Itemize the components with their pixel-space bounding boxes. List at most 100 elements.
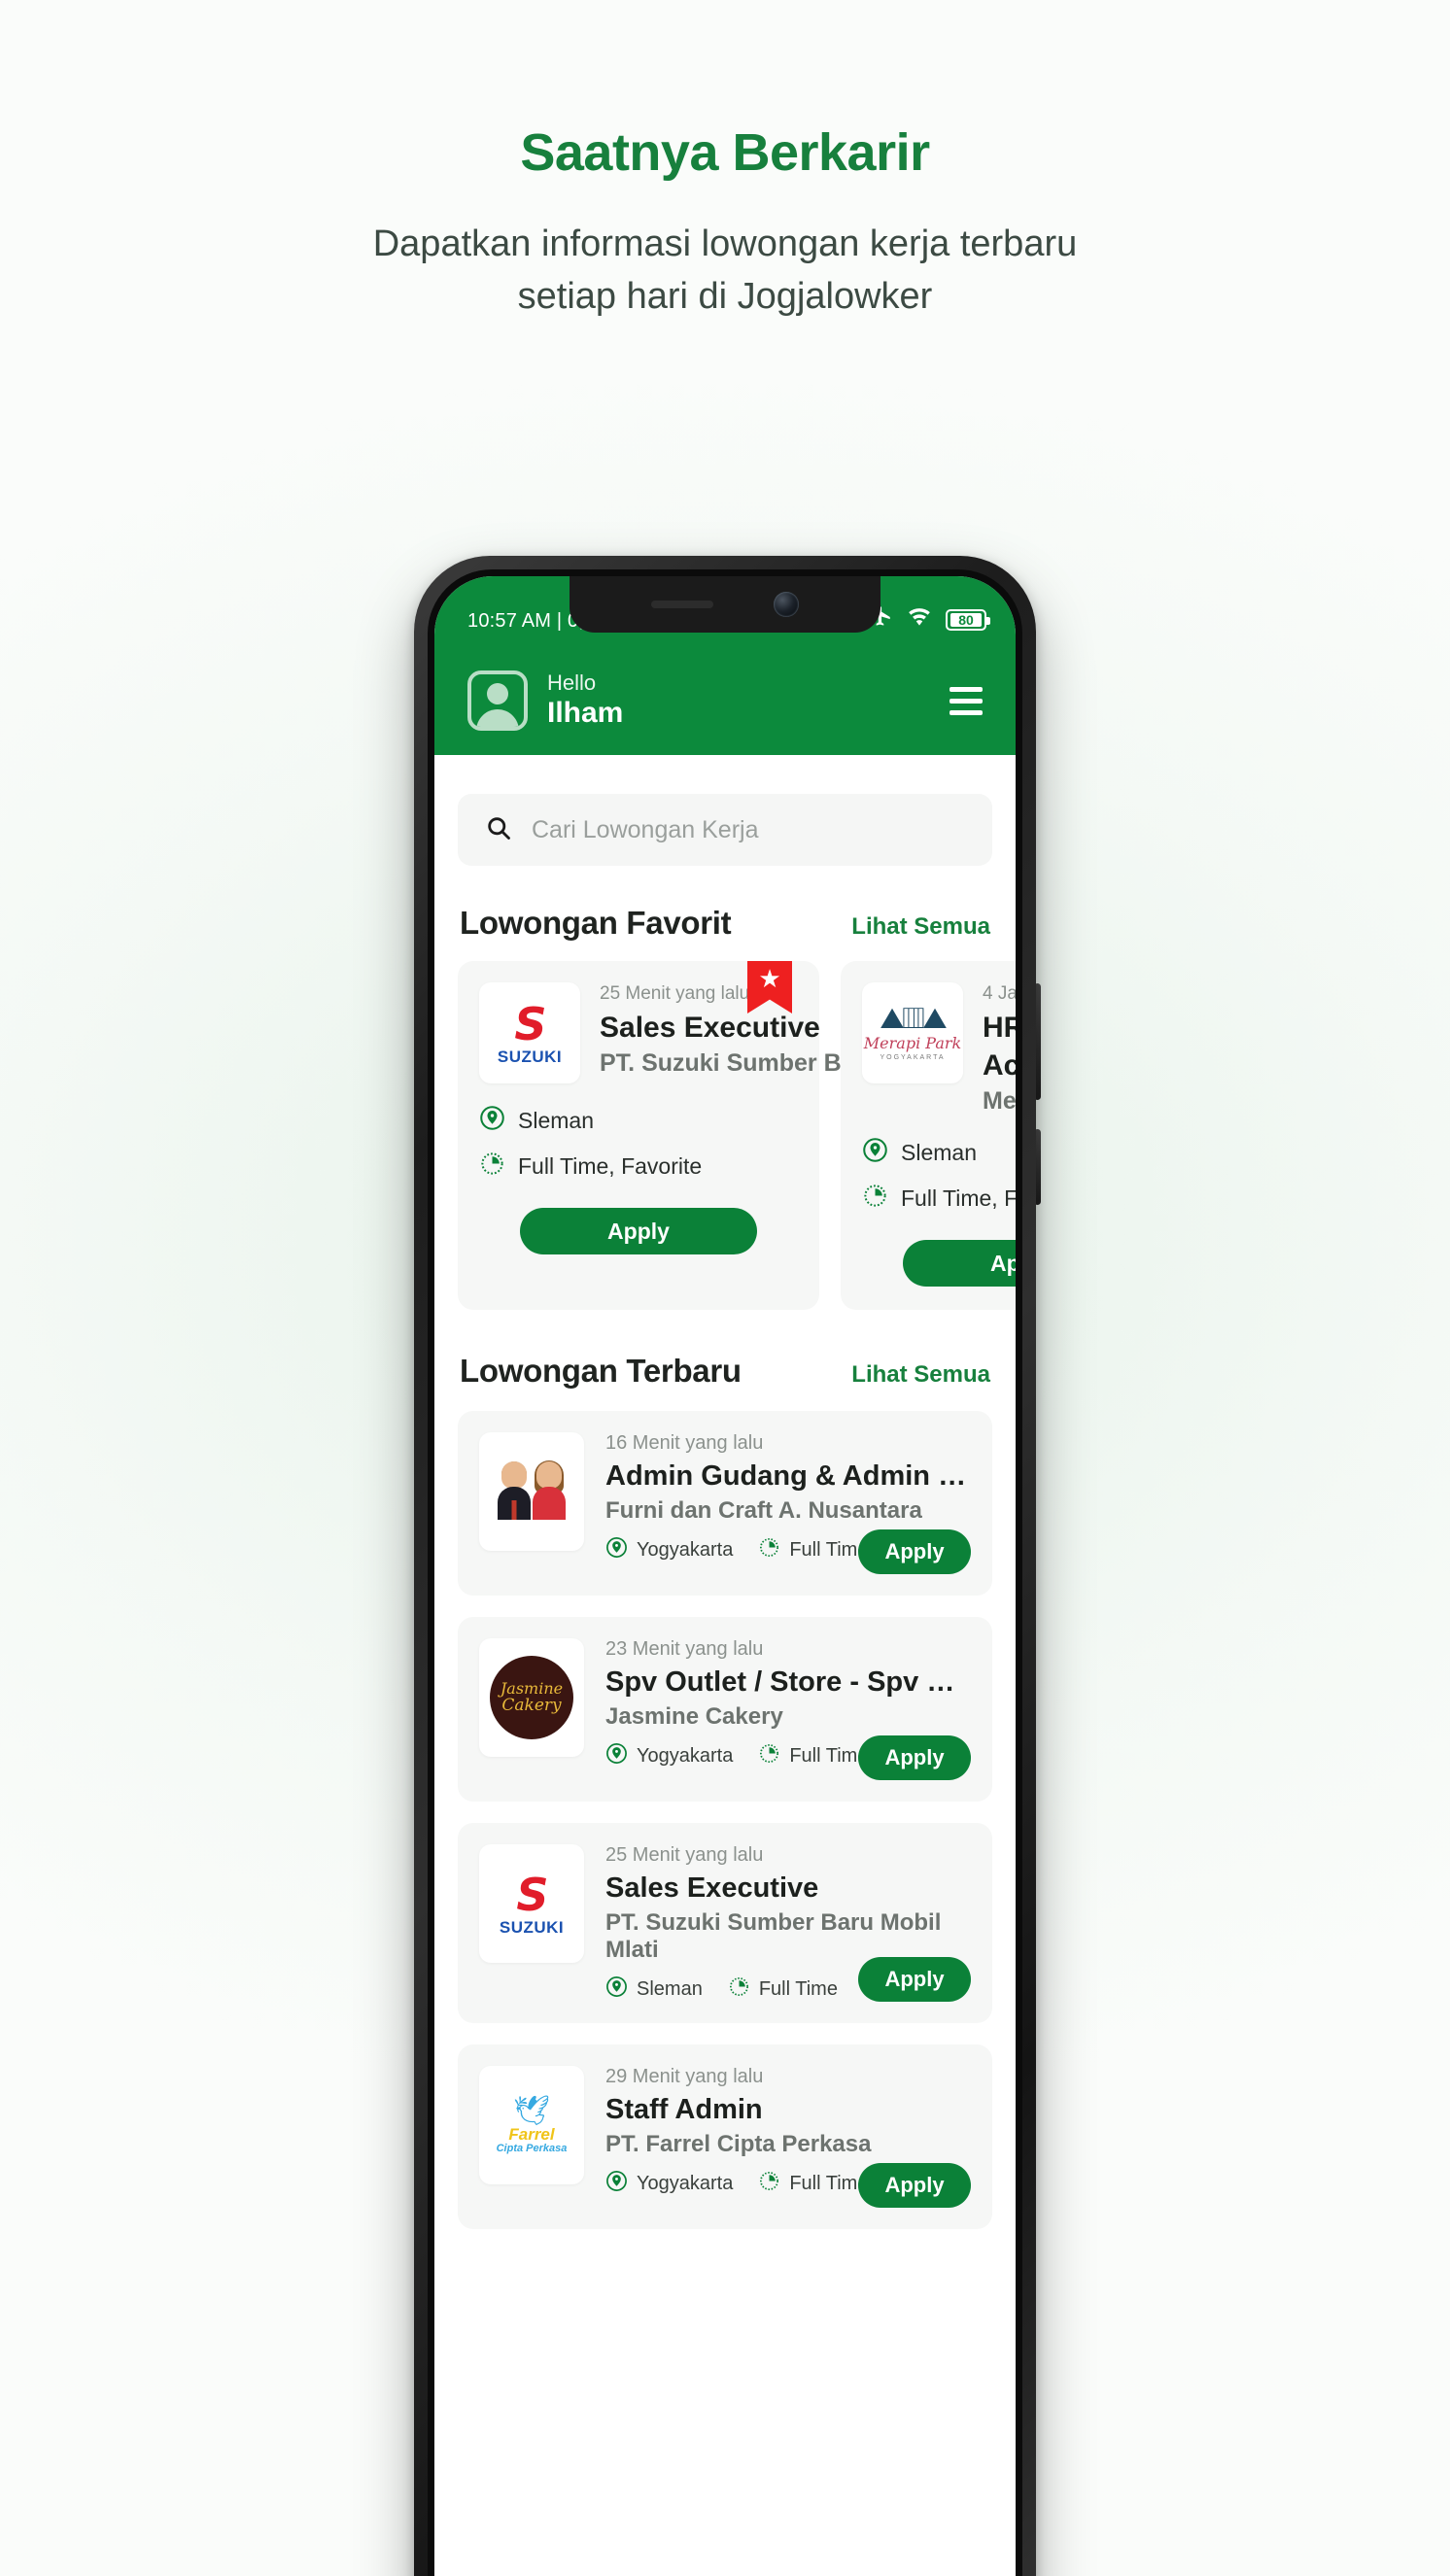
apply-button[interactable]: Apply — [903, 1240, 1016, 1288]
location-pin-icon — [605, 1975, 628, 2004]
location-pin-icon — [605, 1536, 628, 1564]
job-type: Full Time — [758, 1978, 838, 2001]
apply-button[interactable]: Apply — [858, 2163, 971, 2209]
job-location: Sleman — [637, 1978, 703, 2001]
job-location-chip: Yogyakarta — [605, 2170, 733, 2198]
apply-button[interactable]: Apply — [858, 1957, 971, 2003]
favorite-card-chips: Sleman Full Time, Favo — [479, 1105, 798, 1183]
job-location: Yogyakarta — [637, 2173, 734, 2195]
clock-icon — [758, 2170, 780, 2198]
front-camera — [774, 592, 799, 617]
job-role: Admin Gudang & Admin Office - Quality ..… — [605, 1460, 971, 1493]
job-type-chip: Full Time — [758, 1536, 868, 1564]
suzuki-wordmark: SUZUKI — [499, 1917, 565, 1937]
search-input[interactable]: Cari Lowongan Kerja — [532, 816, 758, 844]
phone-mockup: 10:57 AM | 0,1KB/d 80 Hello Ilham Cari L… — [414, 556, 1041, 2576]
jasmine-cakery-logo: Jasmine Cakery — [479, 1638, 584, 1758]
job-location-chip: Yogyakarta — [605, 1742, 733, 1770]
user-avatar-icon[interactable] — [467, 670, 528, 731]
hamburger-menu-icon[interactable] — [949, 686, 983, 715]
greeting-block: Hello Ilham — [467, 670, 623, 731]
bird-icon: 🕊 — [512, 2094, 551, 2127]
favorite-card-chips: Sleman Full Time, Favo — [862, 1137, 1016, 1215]
job-location: Sleman — [901, 1140, 977, 1166]
job-location: Sleman — [518, 1108, 594, 1133]
location-pin-icon — [862, 1137, 888, 1169]
job-role: Sales Executive — [600, 1011, 820, 1044]
hamburger-line — [949, 686, 983, 692]
latest-section-title: Lowongan Terbaru — [460, 1353, 742, 1390]
hamburger-line — [949, 709, 983, 715]
latest-job-list: 16 Menit yang lalu Admin Gudang & Admin … — [434, 1411, 1016, 2230]
phone-screen: 10:57 AM | 0,1KB/d 80 Hello Ilham Cari L… — [434, 576, 1016, 2576]
apply-button[interactable]: Apply — [858, 1735, 971, 1781]
list-item[interactable]: 🕊 Farrel Cipta Perkasa 29 Menit yang lal… — [458, 2044, 992, 2230]
two-people-logo — [479, 1432, 584, 1552]
job-location-chip: Sleman — [605, 1975, 703, 2004]
job-type: Full Time, Favorite — [518, 1153, 703, 1179]
location-pin-icon — [605, 2170, 628, 2198]
favorite-job-card[interactable]: ⛰▥⛰ Merapi Park YOGYAKARTA 4 Jam yang la… — [841, 961, 1016, 1311]
avatar-head — [487, 683, 508, 704]
phone-body: 10:57 AM | 0,1KB/d 80 Hello Ilham Cari L… — [414, 556, 1036, 2576]
job-company: PT. Farrel Cipta Perkasa — [605, 2131, 872, 2158]
clock-icon — [728, 1975, 750, 2004]
person-male-avatar — [498, 1461, 531, 1522]
search-icon — [485, 814, 512, 846]
search-bar[interactable]: Cari Lowongan Kerja — [458, 794, 992, 866]
promo-subtitle: Dapatkan informasi lowongan kerja terbar… — [0, 219, 1450, 324]
list-item[interactable]: Jasmine Cakery 23 Menit yang lalu Spv Ou… — [458, 1617, 992, 1803]
job-company: PT. Suzuki Sumber Baru Mobil Mlati — [605, 1909, 942, 1964]
latest-see-all-link[interactable]: Lihat Semua — [851, 1361, 990, 1389]
job-type: Full Time, Favorite — [901, 1185, 1016, 1212]
job-role-line2: Accounti — [983, 1049, 1016, 1082]
job-type: Full Time — [789, 1745, 869, 1768]
favorite-section-header: Lowongan Favorit Lihat Semua — [460, 905, 990, 942]
tie — [511, 1500, 517, 1521]
suzuki-logo: S SUZUKI — [479, 982, 580, 1083]
status-bar-right: 80 — [868, 604, 990, 635]
clock-icon — [479, 1151, 505, 1183]
job-role: Staff Admin — [605, 2094, 763, 2126]
job-time-ago: 29 Menit yang lalu — [605, 2066, 764, 2088]
phone-notch — [570, 576, 880, 633]
favorite-see-all-link[interactable]: Lihat Semua — [851, 913, 990, 941]
job-type-chip: Full Time — [728, 1975, 838, 2004]
job-time-ago: 23 Menit yang lalu — [605, 1638, 764, 1661]
promo-subtitle-line1: Dapatkan informasi lowongan kerja terbar… — [372, 223, 1078, 265]
person-female-avatar — [533, 1460, 566, 1522]
job-type-chip: Full Time — [758, 1742, 868, 1770]
list-item[interactable]: 16 Menit yang lalu Admin Gudang & Admin … — [458, 1411, 992, 1597]
job-type-chip: Full Time — [758, 2170, 868, 2198]
list-item[interactable]: S SUZUKI 25 Menit yang lalu Sales Execut… — [458, 1823, 992, 2024]
job-time-ago: 16 Menit yang lalu — [605, 1432, 764, 1455]
location-pin-icon — [605, 1742, 628, 1770]
job-company: Furni dan Craft A. Nusantara — [605, 1497, 922, 1525]
jasmine-word-2: Cakery — [501, 1695, 562, 1715]
greeting-label: Hello — [547, 670, 597, 696]
app-bar: Hello Ilham — [434, 646, 1016, 755]
clock-icon — [758, 1742, 780, 1770]
battery-icon: 80 — [946, 608, 990, 631]
earpiece-speaker — [651, 601, 713, 608]
job-location: Yogyakarta — [637, 1539, 734, 1562]
favorite-card-meta: 4 Jam yang lalu HRD Sta Accounti Merapi … — [983, 982, 1016, 1116]
job-company: Jasmine Cakery — [605, 1703, 783, 1731]
merapi-park-logo: ⛰▥⛰ Merapi Park YOGYAKARTA — [862, 982, 963, 1083]
apply-button[interactable]: Apply — [520, 1208, 757, 1254]
job-location-chip: Sleman — [479, 1105, 798, 1137]
favorite-job-card[interactable]: ★ S SUZUKI 25 Menit yang lalu Sales Exec… — [458, 961, 883, 1311]
avatar-body — [476, 709, 519, 727]
favorite-section-title: Lowongan Favorit — [460, 905, 732, 941]
job-role: Sales Executive — [605, 1872, 819, 1905]
favorite-carousel[interactable]: ★ S SUZUKI 25 Menit yang lalu Sales Exec… — [434, 961, 1016, 1311]
user-name: Ilham — [547, 696, 624, 729]
head — [501, 1461, 527, 1490]
content-sheet: Cari Lowongan Kerja Lowongan Favorit Lih… — [434, 755, 1016, 2576]
suzuki-mark: S — [514, 997, 546, 1050]
latest-section-header: Lowongan Terbaru Lihat Semua — [460, 1353, 990, 1390]
suzuki-logo: S SUZUKI — [479, 1844, 584, 1964]
phone-bezel: 10:57 AM | 0,1KB/d 80 Hello Ilham Cari L… — [428, 569, 1022, 2576]
apply-button[interactable]: Apply — [858, 1529, 971, 1575]
job-type-chip: Full Time, Favorite — [862, 1183, 1016, 1215]
